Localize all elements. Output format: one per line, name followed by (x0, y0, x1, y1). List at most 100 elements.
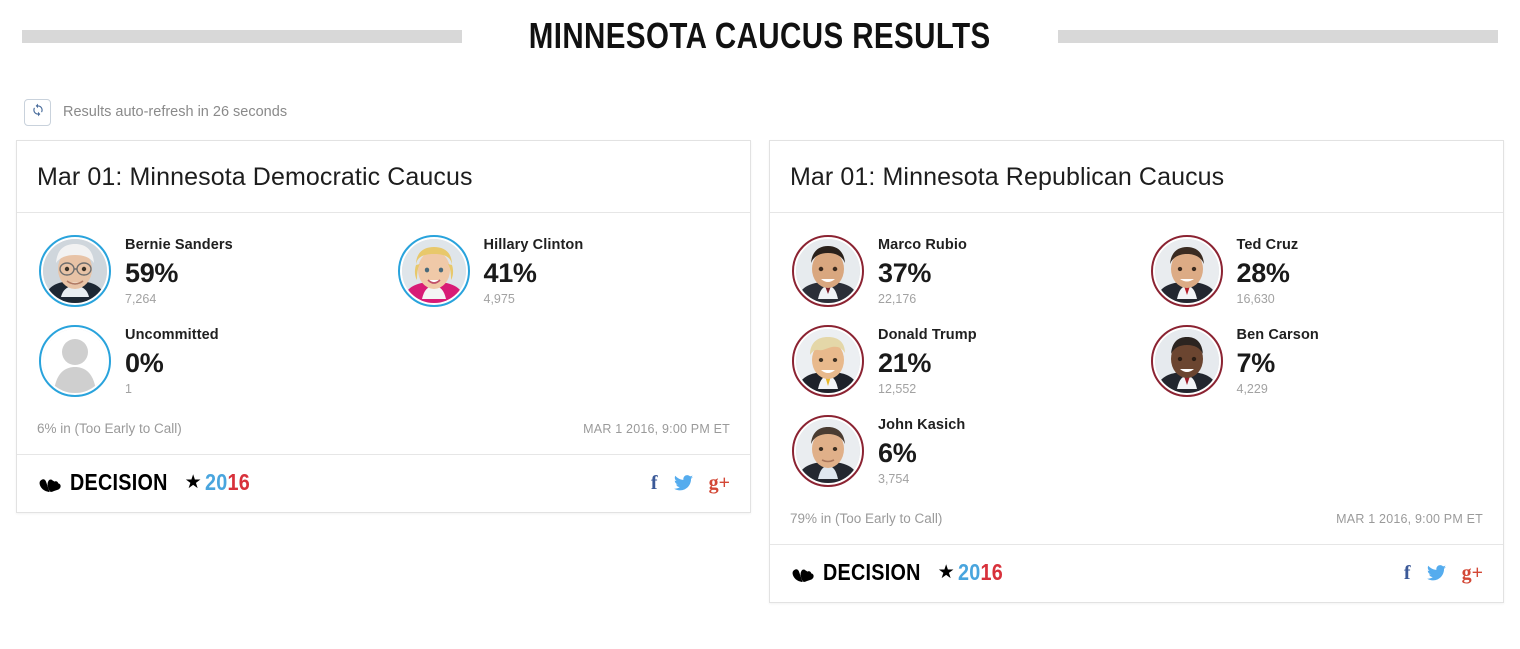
candidate-info: Marco Rubio 37% 22,176 (878, 235, 967, 306)
candidate-votes: 4,229 (1236, 382, 1268, 397)
decision-wordmark: DECISION (70, 469, 168, 495)
candidate-row[interactable]: Donald Trump 21% 12,552 (778, 317, 1137, 407)
card-footer-republican: DECISION ★ 2016 f g+ (770, 545, 1503, 602)
candidate-list-democratic: Bernie Sanders 59% 7,264 Hillary Clinton… (17, 213, 750, 411)
social-links: f g+ (651, 473, 730, 493)
candidate-percent: 37% (878, 258, 932, 289)
card-republican: Mar 01: Minnesota Republican Caucus Marc… (769, 140, 1504, 603)
candidate-info: Uncommitted 0% 1 (125, 325, 219, 396)
results-cards: Mar 01: Minnesota Democratic Caucus Bern… (0, 140, 1520, 603)
candidate-row[interactable]: Uncommitted 0% 1 (25, 317, 384, 407)
avatar-ring (792, 325, 864, 397)
candidate-percent: 21% (878, 348, 932, 379)
facebook-icon[interactable]: f (651, 473, 658, 493)
page-title: MINNESOTA CAUCUS RESULTS (529, 15, 991, 56)
candidate-votes: 12,552 (878, 382, 917, 397)
card-status-democratic: 6% in (Too Early to Call) MAR 1 2016, 9:… (17, 411, 750, 455)
candidate-info: Bernie Sanders 59% 7,264 (125, 235, 233, 306)
avatar-ring (1150, 325, 1223, 397)
avatar (1150, 325, 1223, 397)
candidate-name: Ted Cruz (1236, 237, 1299, 253)
nbc-decision-2016-logo: DECISION ★ 2016 (790, 559, 1010, 586)
candidate-percent: 28% (1236, 258, 1290, 289)
avatar-ring (792, 415, 864, 487)
avatar (792, 235, 864, 307)
refresh-icon (31, 103, 45, 122)
refresh-button[interactable] (24, 98, 51, 126)
candidate-votes: 16,630 (1236, 292, 1275, 307)
candidate-votes: 22,176 (878, 292, 917, 307)
candidate-percent: 0% (125, 348, 164, 379)
year-blue: 20 (204, 469, 228, 495)
timestamp: MAR 1 2016, 9:00 PM ET (583, 421, 730, 436)
candidate-row[interactable]: Marco Rubio 37% 22,176 (778, 227, 1137, 317)
title-rule-right (1057, 29, 1498, 43)
candidate-row[interactable]: John Kasich 6% 3,754 (778, 407, 1137, 497)
candidate-info: Donald Trump 21% 12,552 (878, 325, 977, 396)
avatar-ring (39, 325, 111, 397)
decision-wordmark: DECISION (823, 559, 921, 585)
candidate-info: Ben Carson 7% 4,229 (1237, 325, 1319, 396)
candidate-votes: 1 (125, 382, 132, 397)
candidate-name: Uncommitted (125, 327, 219, 343)
year-blue: 20 (957, 559, 981, 585)
facebook-icon[interactable]: f (1404, 563, 1411, 583)
year-2016: 2016 (958, 559, 1003, 586)
card-title-democratic: Mar 01: Minnesota Democratic Caucus (17, 141, 750, 213)
candidate-row[interactable]: Ted Cruz 28% 16,630 (1137, 227, 1496, 317)
candidate-percent: 6% (878, 438, 917, 469)
reporting-status: 6% in (Too Early to Call) (37, 421, 182, 436)
nbc-peacock-icon (37, 473, 63, 493)
candidate-name: John Kasich (878, 417, 966, 433)
avatar (39, 235, 111, 307)
candidate-name: Ben Carson (1236, 327, 1319, 343)
candidate-votes: 3,754 (878, 472, 910, 487)
candidate-name: Bernie Sanders (125, 237, 233, 253)
candidate-name: Donald Trump (878, 327, 977, 343)
page-header: MINNESOTA CAUCUS RESULTS (0, 0, 1520, 72)
nbc-peacock-icon (790, 563, 816, 583)
candidate-row[interactable]: Bernie Sanders 59% 7,264 (25, 227, 384, 317)
nbc-decision-2016-logo: DECISION ★ 2016 (37, 469, 257, 496)
candidate-row[interactable]: Ben Carson 7% 4,229 (1137, 317, 1496, 407)
candidate-percent: 7% (1236, 348, 1276, 379)
candidate-percent: 41% (483, 258, 537, 289)
avatar (397, 235, 470, 307)
timestamp: MAR 1 2016, 9:00 PM ET (1336, 511, 1483, 526)
avatar-ring (39, 235, 111, 307)
refresh-bar: Results auto-refresh in 26 seconds (0, 90, 1520, 134)
refresh-note: Results auto-refresh in 26 seconds (63, 104, 288, 120)
avatar (792, 325, 864, 397)
avatar (1150, 235, 1223, 307)
avatar (39, 325, 111, 397)
googleplus-icon[interactable]: g+ (1462, 563, 1483, 583)
candidate-name: Marco Rubio (878, 237, 967, 253)
avatar (792, 415, 864, 487)
avatar-ring (397, 235, 470, 307)
card-democratic: Mar 01: Minnesota Democratic Caucus Bern… (16, 140, 751, 513)
card-title-republican: Mar 01: Minnesota Republican Caucus (770, 141, 1503, 213)
candidate-info: John Kasich 6% 3,754 (878, 415, 965, 486)
star-icon: ★ (937, 562, 955, 583)
card-footer-democratic: DECISION ★ 2016 f g+ (17, 455, 750, 512)
year-2016: 2016 (205, 469, 250, 496)
reporting-status: 79% in (Too Early to Call) (790, 511, 943, 526)
twitter-icon[interactable] (1426, 564, 1446, 581)
candidate-votes: 4,975 (483, 292, 515, 307)
card-status-republican: 79% in (Too Early to Call) MAR 1 2016, 9… (770, 501, 1503, 545)
candidate-percent: 59% (125, 258, 179, 289)
googleplus-icon[interactable]: g+ (709, 473, 730, 493)
year-red: 16 (227, 469, 250, 495)
candidate-info: Ted Cruz 28% 16,630 (1237, 235, 1299, 306)
avatar-ring (1150, 235, 1223, 307)
title-rule-left (22, 29, 463, 43)
year-red: 16 (980, 559, 1003, 585)
candidate-list-republican: Marco Rubio 37% 22,176 Ted Cruz 28% 16,6… (770, 213, 1503, 501)
candidate-row[interactable]: Hillary Clinton 41% 4,975 (384, 227, 743, 317)
candidate-info: Hillary Clinton 41% 4,975 (484, 235, 584, 306)
candidate-name: Hillary Clinton (483, 237, 584, 253)
twitter-icon[interactable] (673, 474, 693, 491)
social-links: f g+ (1404, 563, 1483, 583)
avatar-ring (792, 235, 864, 307)
candidate-votes: 7,264 (125, 292, 157, 307)
